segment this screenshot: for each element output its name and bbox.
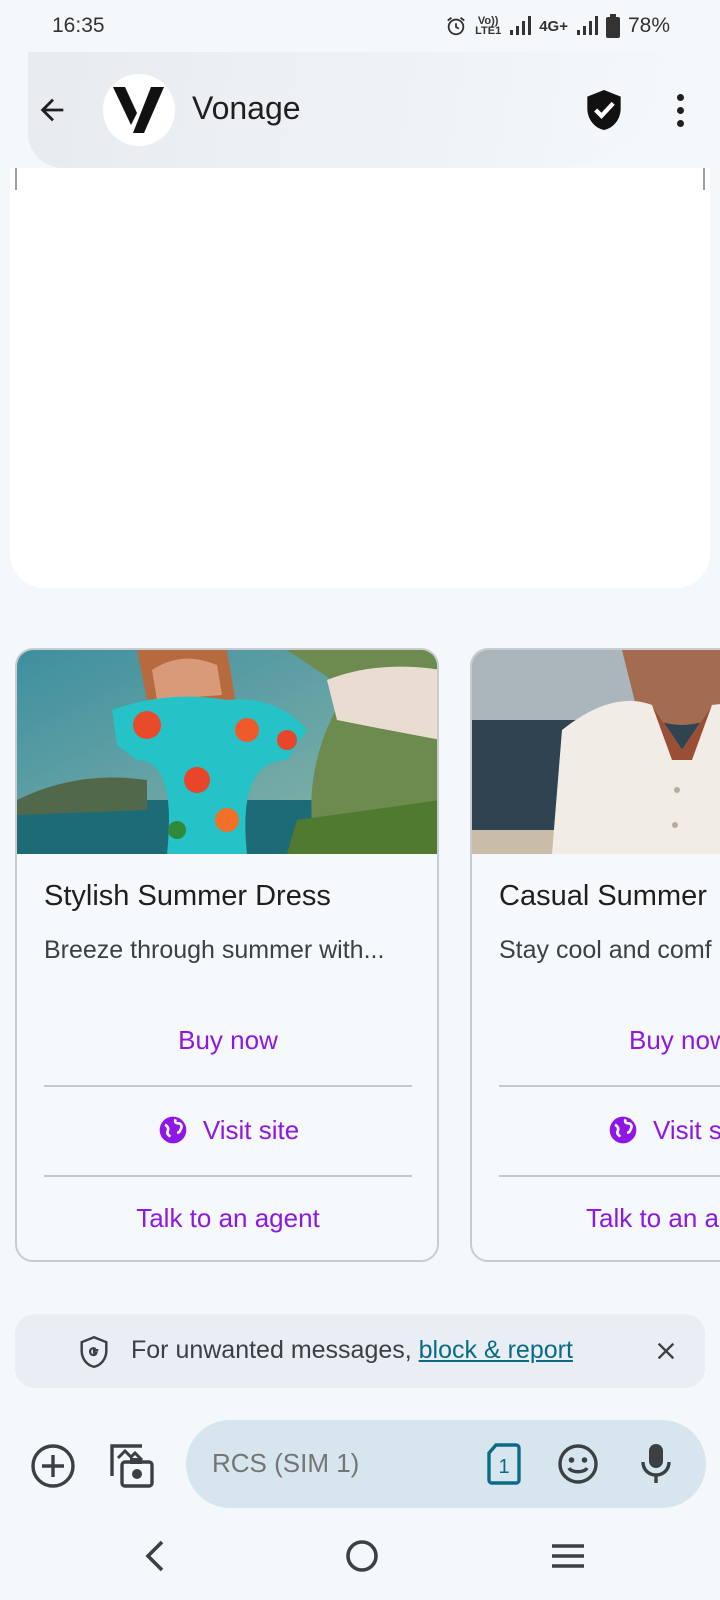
signal-icon-2 (576, 16, 598, 36)
add-circle-icon (31, 1444, 75, 1488)
close-icon (657, 1342, 675, 1360)
sim-card-icon: 1 (487, 1443, 521, 1485)
card-image-dress[interactable] (17, 650, 437, 854)
visit-site-label: Visit s (653, 1114, 720, 1145)
buy-now-label: Buy now (629, 1024, 720, 1055)
visit-site-button[interactable]: Visit s (499, 1085, 720, 1173)
verified-shield-icon (587, 90, 621, 130)
bubble-edge (15, 168, 17, 190)
alarm-icon (445, 15, 467, 37)
back-button[interactable] (30, 88, 74, 132)
status-time: 16:35 (52, 14, 105, 37)
emoji-icon (558, 1444, 598, 1484)
buy-now-button[interactable]: Buy now (44, 996, 412, 1084)
shield-g-icon (80, 1336, 108, 1368)
rich-card-carousel[interactable]: Stylish Summer Dress Breeze through summ… (0, 648, 720, 1264)
nav-recents-button[interactable] (548, 1534, 588, 1578)
sim-selector-button[interactable]: 1 (484, 1442, 524, 1486)
system-navigation-bar (0, 1524, 720, 1600)
signal-icon (509, 16, 532, 36)
globe-icon (159, 1116, 187, 1144)
gallery-button[interactable] (106, 1440, 156, 1490)
volte-indicator: Vo)) LTE1 (475, 16, 502, 37)
card-description: Stay cool and comf (499, 936, 712, 964)
battery-percent: 78% (627, 14, 670, 37)
bubble-edge (703, 168, 705, 190)
conversation-header: Vonage (0, 52, 720, 168)
add-attachment-button[interactable] (29, 1442, 77, 1490)
spam-warning-banner: For unwanted messages, block & report (15, 1314, 705, 1388)
message-bubble[interactable] (10, 168, 710, 588)
more-vert-dot (676, 119, 684, 127)
status-icons: Vo)) LTE1 4G+ 78% (445, 14, 670, 38)
more-vert-icon (676, 93, 684, 101)
lte-label: LTE1 (475, 25, 502, 37)
rich-card[interactable]: Stylish Summer Dress Breeze through summ… (15, 648, 439, 1262)
talk-to-agent-button[interactable]: Talk to an agent (44, 1175, 412, 1259)
talk-to-agent-button[interactable]: Talk to an a (499, 1175, 720, 1259)
rich-card[interactable]: Casual Summer Stay cool and comf Buy now… (470, 648, 720, 1262)
card-image-shirt[interactable] (472, 650, 720, 854)
spam-warning-text: For unwanted messages, block & report (131, 1336, 573, 1365)
dismiss-banner-button[interactable] (649, 1334, 683, 1368)
talk-to-agent-label: Talk to an a (586, 1202, 719, 1233)
spam-warning-label: For unwanted messages, (131, 1336, 419, 1364)
gallery-icon (110, 1444, 154, 1488)
card-title: Casual Summer (499, 880, 707, 912)
conversation-title[interactable]: Vonage (192, 90, 301, 127)
visit-site-label: Visit site (202, 1114, 300, 1145)
buy-now-label: Buy now (178, 1024, 278, 1055)
back-arrow-icon (40, 98, 64, 122)
nav-recents-icon (552, 1544, 584, 1568)
sim-number: 1 (498, 1456, 509, 1478)
nav-home-button[interactable] (340, 1534, 384, 1578)
nav-home-icon (346, 1540, 378, 1572)
sender-avatar[interactable] (103, 74, 175, 146)
mic-icon (641, 1444, 671, 1483)
card-title: Stylish Summer Dress (44, 880, 331, 912)
vonage-logo-icon (113, 87, 164, 133)
network-type: 4G+ (539, 17, 568, 35)
verified-business-button[interactable] (580, 86, 628, 134)
card-description: Breeze through summer with... (44, 936, 385, 964)
voice-input-button[interactable] (634, 1440, 678, 1488)
message-composer[interactable]: 1 (186, 1420, 706, 1508)
buy-now-button[interactable]: Buy now (499, 996, 720, 1084)
more-vert-dot (676, 106, 684, 114)
nav-back-icon (145, 1540, 164, 1572)
nav-back-button[interactable] (136, 1534, 176, 1578)
status-bar: 16:35 Vo)) LTE1 4G+ 78% (0, 0, 720, 52)
talk-to-agent-label: Talk to an agent (136, 1202, 320, 1233)
globe-icon (609, 1116, 637, 1144)
emoji-button[interactable] (556, 1442, 600, 1486)
battery-icon (605, 14, 620, 38)
block-report-link[interactable]: block & report (419, 1336, 573, 1364)
more-options-button[interactable] (660, 86, 700, 134)
visit-site-button[interactable]: Visit site (44, 1085, 412, 1173)
